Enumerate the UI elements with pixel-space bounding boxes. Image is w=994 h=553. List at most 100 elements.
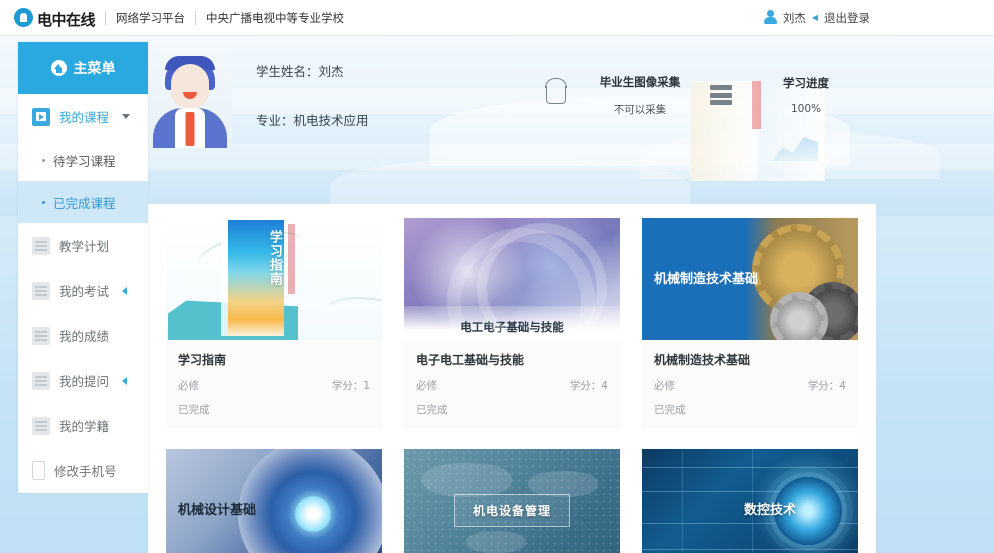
course-title: 机械制造技术基础: [654, 353, 751, 367]
sidebar-item-completed-courses[interactable]: 已完成课程: [18, 181, 148, 223]
course-thumbnail: 机械制造技术基础: [642, 218, 858, 340]
thumbnail-label: 学习指南: [266, 230, 282, 286]
course-card[interactable]: 学习指南 学习指南 必修 学分：1 已完成: [166, 218, 382, 429]
course-card-body: 电子电工基础与技能 必修 学分：4 已完成: [404, 340, 620, 429]
sidebar-header-main-menu[interactable]: 主菜单: [18, 42, 148, 94]
sidebar-item-my-scores[interactable]: 我的成绩: [18, 313, 148, 358]
thumbnail-label: 电工电子基础与技能: [460, 320, 564, 334]
record-icon: [32, 416, 50, 435]
course-status: 已完成: [416, 404, 448, 416]
sidebar-item-pending-courses[interactable]: 待学习课程: [18, 139, 148, 181]
calendar-icon: [32, 236, 50, 255]
course-credit: 学分：1: [331, 380, 370, 392]
logout-link[interactable]: 退出登录: [824, 10, 870, 26]
stat-title: 毕业生图像采集: [599, 74, 681, 89]
stat-study-progress[interactable]: 学习进度 100%: [746, 75, 866, 115]
sidebar-item-change-phone[interactable]: 修改手机号: [18, 448, 148, 493]
sidebar-item-my-student-record[interactable]: 我的学籍: [18, 403, 148, 448]
top-bar: 电中在线 网络学习平台 中央广播电视中等专业学校 刘杰 ◀ 退出登录: [0, 0, 994, 36]
thumbnail-label: 机械设计基础: [178, 503, 257, 518]
logo-mark-icon: [14, 8, 33, 27]
sidebar-item-label: 修改手机号: [54, 464, 117, 479]
stat-value: 100%: [790, 103, 822, 115]
course-title: 学习指南: [178, 353, 227, 367]
sidebar-item-my-questions[interactable]: 我的提问: [18, 358, 148, 403]
course-status: 已完成: [654, 404, 686, 416]
course-thumbnail: 机械设计基础: [166, 449, 382, 553]
course-meta: 必修 学分：4: [416, 378, 608, 393]
platform-label: 网络学习平台: [116, 10, 186, 25]
student-major: 专业：机电技术应用: [256, 113, 369, 128]
chevron-down-icon: [122, 114, 131, 119]
course-type: 必修: [416, 380, 437, 392]
course-card[interactable]: 机械制造技术基础 机械制造技术基础 必修 学分：4 已完成: [642, 218, 858, 429]
course-status: 已完成: [178, 404, 210, 416]
student-name: 学生姓名：刘杰: [256, 64, 344, 79]
caret-left-icon: ◀: [811, 13, 818, 22]
course-card[interactable]: 数控技术: [642, 449, 858, 553]
chevron-left-icon: [122, 376, 128, 385]
course-card[interactable]: 电工电子基础与技能 电子电工基础与技能 必修 学分：4 已完成: [404, 218, 620, 429]
sidebar-item-label: 我的提问: [59, 374, 110, 389]
dot-icon: [42, 200, 45, 204]
course-thumbnail: 数控技术: [642, 449, 858, 553]
server-icon: [710, 85, 732, 105]
course-card-body: 学习指南 必修 学分：1 已完成: [166, 340, 382, 429]
course-title: 电子电工基础与技能: [416, 353, 525, 367]
sidebar-header-label: 主菜单: [73, 61, 116, 77]
course-card[interactable]: 机电设备管理: [404, 449, 620, 553]
exam-icon: [32, 281, 50, 300]
divider: [195, 10, 197, 25]
course-credit: 学分：4: [807, 380, 846, 392]
course-thumbnail: 电工电子基础与技能: [404, 218, 620, 340]
sidebar-item-label: 我的课程: [59, 110, 110, 125]
question-icon: [32, 371, 50, 390]
course-meta: 必修 学分：4: [654, 378, 846, 393]
student-stats: 毕业生图像采集 不可以采集 学习进度 100%: [545, 42, 876, 148]
user-area: 刘杰 ◀ 退出登录: [763, 10, 980, 26]
sidebar-item-label: 待学习课程: [53, 153, 116, 169]
thumbnail-label: 机电设备管理: [453, 493, 570, 527]
chevron-left-icon: [122, 286, 128, 295]
sidebar-item-label: 我的考试: [59, 284, 110, 299]
school-label: 中央广播电视中等专业学校: [206, 10, 345, 25]
thumbnail-label: 数控技术: [743, 503, 796, 518]
thumbnail-label: 机械制造技术基础: [654, 272, 759, 287]
course-grid: 学习指南 学习指南 必修 学分：1 已完成 电工电子基础与技能 电子电工基础与技…: [166, 218, 858, 553]
sidebar: 主菜单 我的课程 待学习课程 已完成课程 教学计划 我的考试 我的成绩 我的提问…: [18, 42, 148, 493]
stat-value: 不可以采集: [613, 103, 667, 116]
course-card-body: 机械制造技术基础 必修 学分：4 已完成: [642, 340, 858, 429]
sidebar-item-label: 我的成绩: [59, 329, 110, 344]
course-thumbnail: 学习指南: [166, 218, 382, 340]
course-list-panel: 学习指南 学习指南 必修 学分：1 已完成 电工电子基础与技能 电子电工基础与技…: [148, 204, 876, 553]
stat-title: 学习进度: [783, 76, 829, 90]
student-avatar: [148, 42, 232, 148]
course-meta: 必修 学分：1: [178, 378, 370, 393]
sidebar-item-my-exams[interactable]: 我的考试: [18, 268, 148, 313]
user-name: 刘杰: [782, 10, 806, 25]
student-header: 学生姓名：刘杰 专业：机电技术应用 毕业生图像采集 不可以采集 学习进度 100…: [148, 42, 876, 148]
divider: [105, 10, 107, 25]
home-icon: [50, 60, 67, 76]
sidebar-item-my-courses[interactable]: 我的课程: [18, 94, 148, 139]
site-logo[interactable]: 电中在线: [14, 6, 96, 30]
sidebar-item-teaching-plan[interactable]: 教学计划: [18, 223, 148, 268]
sidebar-item-label: 我的学籍: [59, 419, 110, 434]
play-card-icon: [32, 107, 50, 126]
student-info: 学生姓名：刘杰 专业：机电技术应用: [232, 42, 546, 148]
course-type: 必修: [178, 380, 199, 392]
sidebar-item-label: 已完成课程: [53, 195, 116, 211]
user-avatar-icon: [763, 10, 778, 25]
course-credit: 学分：4: [569, 380, 608, 392]
phone-icon: [32, 461, 45, 480]
course-type: 必修: [654, 380, 675, 392]
score-icon: [32, 326, 50, 345]
logo-text: 电中在线: [37, 10, 96, 29]
basket-icon: [545, 78, 567, 104]
dot-icon: [42, 158, 45, 162]
page-body: 主菜单 我的课程 待学习课程 已完成课程 教学计划 我的考试 我的成绩 我的提问…: [0, 36, 994, 553]
course-thumbnail: 机电设备管理: [404, 449, 620, 553]
sidebar-item-label: 教学计划: [59, 239, 110, 254]
stat-graduate-photo[interactable]: 毕业生图像采集 不可以采集: [580, 74, 700, 117]
course-card[interactable]: 机械设计基础: [166, 449, 382, 553]
